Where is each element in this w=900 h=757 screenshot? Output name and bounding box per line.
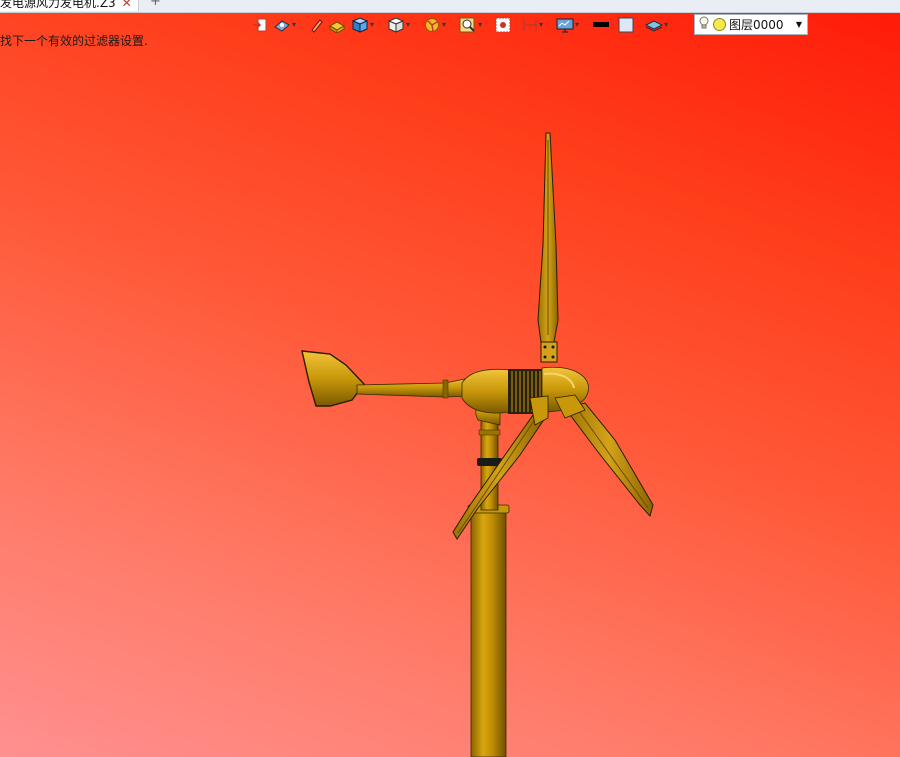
tail-vane[interactable] bbox=[301, 350, 471, 407]
blade-lower-right[interactable] bbox=[554, 394, 654, 518]
wind-turbine-model[interactable] bbox=[0, 0, 900, 757]
blade-top[interactable] bbox=[537, 132, 559, 363]
3d-viewport[interactable]: 发电源风力发电机.Z3 ✕ + 找下一个有效的过滤器设置. ▾ ▾ ▾ ▾ ▾ … bbox=[0, 0, 900, 757]
